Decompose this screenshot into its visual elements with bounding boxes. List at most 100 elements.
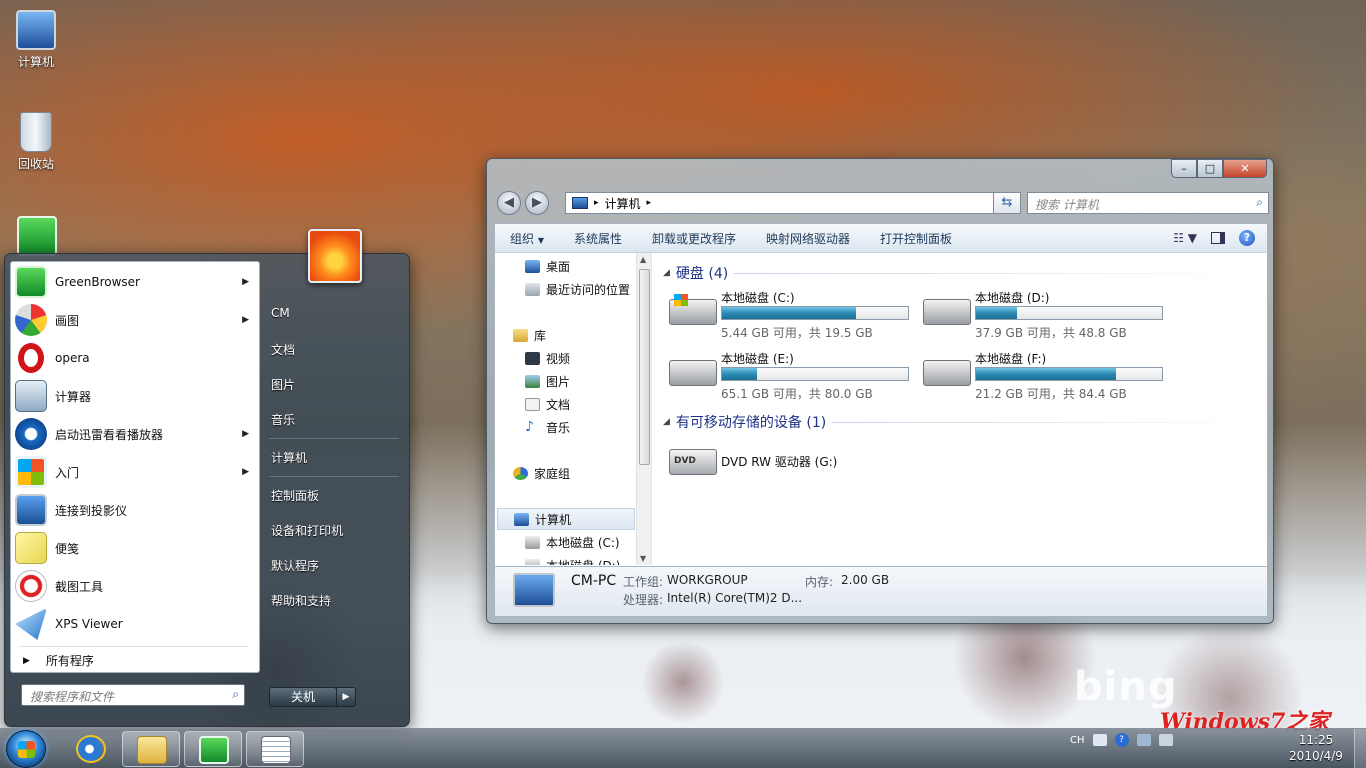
clock[interactable]: 11:25 2010/4/9 [1286, 732, 1346, 764]
start-right-devices-printers[interactable]: 设备和打印机 [271, 522, 343, 539]
program-label: opera [55, 351, 90, 365]
close-button[interactable]: ✕ [1223, 159, 1267, 178]
all-programs-label: 所有程序 [45, 654, 94, 668]
program-paint[interactable]: 画图 ▶ [15, 302, 255, 338]
start-search-input[interactable]: 搜索程序和文件 ⌕ [21, 684, 245, 706]
program-opera[interactable]: opera [15, 340, 255, 376]
nav-item-label: 桌面 [546, 259, 571, 274]
program-label: 连接到投影仪 [55, 503, 128, 518]
open-control-panel-button[interactable]: 打开控制面板 [865, 230, 967, 247]
help-icon[interactable]: ? [1114, 733, 1129, 747]
program-greenbrowser[interactable]: GreenBrowser ▶ [15, 264, 255, 300]
nav-item-libraries[interactable]: 库 [495, 324, 635, 346]
program-xps-viewer[interactable]: XPS Viewer [15, 606, 255, 642]
preview-pane-icon[interactable] [1211, 232, 1225, 244]
taskbar-ie[interactable] [62, 731, 120, 767]
search-icon[interactable]: ⌕ [1256, 195, 1263, 210]
back-button[interactable]: ◀ [497, 191, 521, 215]
start-right-pictures[interactable]: 图片 [271, 376, 295, 393]
address-bar[interactable]: ▸ 计算机 ▸ ▼ [565, 192, 1021, 214]
group-hard-disks[interactable]: ◢ 硬盘 (4) [663, 263, 1263, 283]
nav-item-drive-d[interactable]: 本地磁盘 (D:) [495, 554, 635, 565]
start-right-music[interactable]: 音乐 [271, 411, 295, 428]
nav-item-label: 音乐 [546, 420, 571, 435]
collapse-icon[interactable]: ◢ [663, 417, 670, 427]
scroll-thumb[interactable] [639, 269, 650, 465]
volume-icon[interactable] [1158, 734, 1173, 746]
show-desktop-button[interactable] [1354, 729, 1366, 768]
program-calculator[interactable]: 计算器 [15, 378, 255, 414]
submenu-arrow-icon: ▶ [242, 277, 249, 287]
group-removable[interactable]: ◢ 有可移动存储的设备 (1) [663, 412, 1263, 432]
system-properties-button[interactable]: 系统属性 [559, 230, 637, 247]
nav-item-homegroup[interactable]: 家庭组 [495, 462, 635, 484]
all-programs-button[interactable]: ▶ 所有程序 [19, 646, 249, 668]
search-input[interactable]: 搜索 计算机 ⌕ [1027, 192, 1269, 214]
nav-item-computer[interactable]: 计算机 [497, 508, 635, 530]
nav-item-label: 本地磁盘 (D:) [546, 557, 620, 566]
nav-item-drive-c[interactable]: 本地磁盘 (C:) [495, 531, 635, 553]
computer-icon [16, 10, 56, 50]
nav-item-recent[interactable]: 最近访问的位置 [495, 278, 635, 300]
network-icon[interactable] [1136, 734, 1151, 746]
drive-name: 本地磁盘 (F:) [975, 352, 1047, 366]
program-sticky-notes[interactable]: 便笺 [15, 530, 255, 566]
taskbar-notepad[interactable] [246, 731, 304, 767]
desktop-icon-recycle-bin[interactable]: 回收站 [6, 112, 66, 172]
start-right-user[interactable]: CM [271, 306, 290, 320]
desktop-icon-label: 回收站 [17, 157, 54, 171]
drive-d[interactable]: 本地磁盘 (D:) 37.9 GB 可用，共 48.8 GB [923, 289, 1173, 345]
refresh-button[interactable]: ⇆ [993, 192, 1021, 214]
start-right-computer[interactable]: 计算机 [271, 449, 307, 466]
maximize-button[interactable]: □ [1197, 159, 1223, 178]
nav-scrollbar[interactable]: ▲ ▼ [636, 253, 651, 565]
scroll-down-icon[interactable]: ▼ [640, 554, 646, 563]
drive-e[interactable]: 本地磁盘 (E:) 65.1 GB 可用，共 80.0 GB [669, 350, 919, 406]
program-snipping-tool[interactable]: 截图工具 [15, 568, 255, 604]
start-right-default-programs[interactable]: 默认程序 [271, 557, 319, 574]
uninstall-program-button[interactable]: 卸载或更改程序 [637, 230, 751, 247]
start-right-control-panel[interactable]: 控制面板 [271, 487, 319, 504]
start-button[interactable] [6, 730, 46, 768]
desktop-icon-computer[interactable]: 计算机 [6, 10, 66, 70]
start-right-documents[interactable]: 文档 [271, 341, 295, 358]
recent-places-icon [525, 282, 540, 296]
submenu-arrow-icon: ▶ [242, 467, 249, 477]
program-projector[interactable]: 连接到投影仪 [15, 492, 255, 528]
map-network-drive-button[interactable]: 映射网络驱动器 [751, 230, 865, 247]
taskbar-explorer[interactable] [122, 731, 180, 767]
program-xunlei[interactable]: 启动迅雷看看播放器 ▶ [15, 416, 255, 452]
search-icon[interactable]: ⌕ [232, 687, 239, 702]
user-picture[interactable] [308, 229, 362, 283]
nav-item-documents[interactable]: 文档 [495, 393, 635, 415]
shutdown-options-button[interactable]: ▶ [336, 687, 356, 707]
explorer-window[interactable]: – □ ✕ ◀ ▶ ▸ 计算机 ▸ ▼ ⇆ 搜索 计算机 ⌕ 组织 ▼ 系统属性… [486, 158, 1274, 624]
nav-item-videos[interactable]: 视频 [495, 347, 635, 369]
nav-item-music[interactable]: ♪ 音乐 [495, 416, 635, 438]
drive-dvd[interactable]: DVD DVD RW 驱动器 (G:) [669, 439, 919, 495]
scroll-up-icon[interactable]: ▲ [640, 255, 646, 264]
program-getting-started[interactable]: 入门 ▶ [15, 454, 255, 490]
view-options-icon[interactable]: ☷ ▼ [1173, 231, 1197, 245]
refresh-icon: ⇆ [1001, 195, 1013, 210]
organize-button[interactable]: 组织 ▼ [495, 230, 559, 247]
nav-item-desktop[interactable]: 桌面 [495, 255, 635, 277]
shutdown-button[interactable]: 关机 [269, 687, 337, 707]
drive-c[interactable]: 本地磁盘 (C:) 5.44 GB 可用，共 19.5 GB [669, 289, 919, 345]
language-indicator[interactable]: CH [1070, 735, 1085, 746]
nav-item-pictures[interactable]: 图片 [495, 370, 635, 392]
collapse-icon[interactable]: ◢ [663, 268, 670, 278]
navigation-bar: ◀ ▶ ▸ 计算机 ▸ ▼ ⇆ 搜索 计算机 ⌕ [495, 189, 1269, 217]
drive-f[interactable]: 本地磁盘 (F:) 21.2 GB 可用，共 84.4 GB [923, 350, 1173, 406]
forward-button[interactable]: ▶ [525, 191, 549, 215]
breadcrumb-computer[interactable]: 计算机 [605, 195, 641, 212]
homegroup-icon [513, 466, 528, 480]
nav-item-label: 计算机 [535, 512, 572, 527]
minimize-button[interactable]: – [1171, 159, 1197, 178]
start-right-help[interactable]: 帮助和支持 [271, 592, 331, 609]
dvd-drive-icon: DVD [669, 449, 717, 475]
drive-usage-bar [975, 306, 1163, 320]
keyboard-icon[interactable] [1092, 734, 1107, 746]
help-icon[interactable]: ? [1239, 230, 1255, 246]
taskbar-greenbrowser[interactable] [184, 731, 242, 767]
